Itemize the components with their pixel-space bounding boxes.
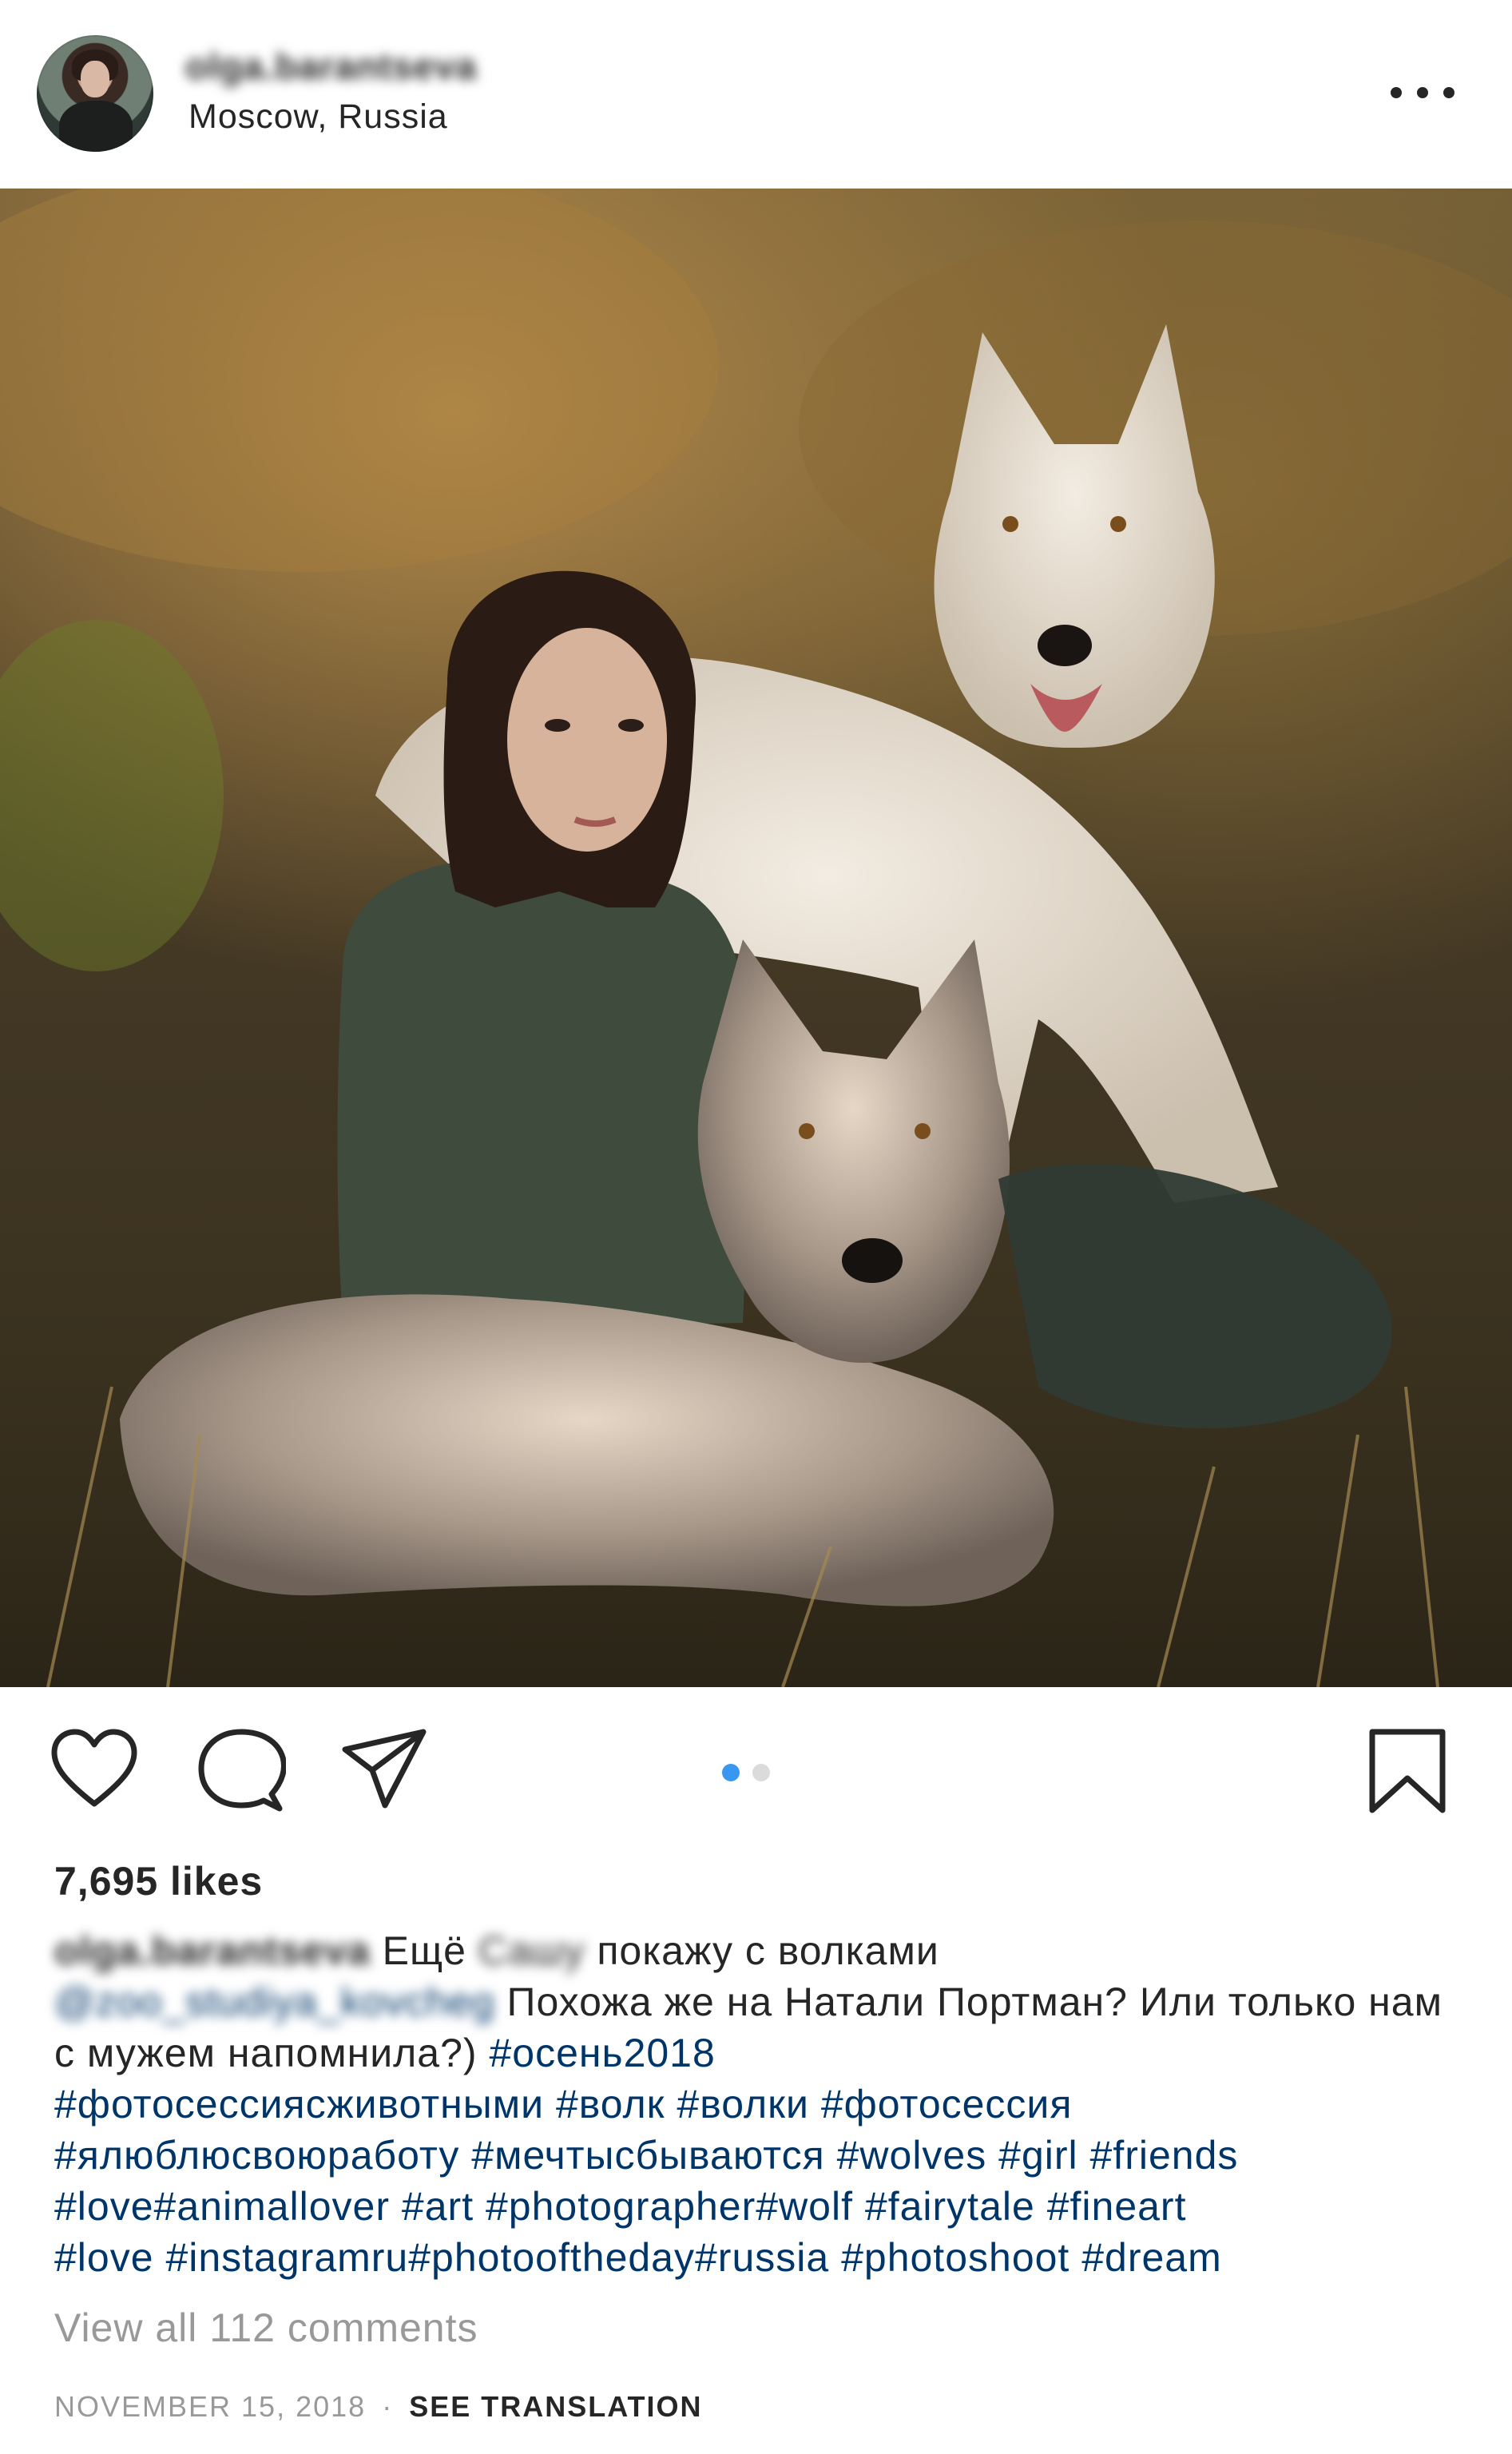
hashtag[interactable]: #фотосессиясживотными (54, 2082, 544, 2126)
hashtag[interactable]: #фотосессия (821, 2082, 1073, 2126)
hashtag[interactable]: #ялюблюсвоюработу (54, 2133, 459, 2178)
hashtag[interactable]: #fairytale (865, 2184, 1035, 2229)
more-dot (1391, 87, 1402, 98)
hashtag[interactable]: #photographer#wolf (486, 2184, 853, 2229)
hashtag[interactable]: #dream (1081, 2235, 1222, 2280)
hashtag[interactable]: #wolves (837, 2133, 987, 2178)
hashtag[interactable]: #love (54, 2235, 154, 2280)
comment-icon[interactable] (196, 1729, 286, 1812)
heart-icon[interactable] (50, 1729, 139, 1809)
carousel-dot[interactable] (752, 1764, 770, 1781)
girl-body (337, 860, 753, 1331)
post-caption: olga.barantseva Ещё Сашу покажу с волкам… (54, 1925, 1468, 2283)
caption-text: покажу с волками (597, 1928, 939, 1973)
caption-blurred-name: Сашу (478, 1928, 585, 1973)
likes-count[interactable]: 7,695 likes (54, 1858, 263, 1904)
caption-author[interactable]: olga.barantseva (54, 1928, 371, 1973)
girl-face (507, 628, 667, 852)
caption-text: Ещё (382, 1928, 466, 1973)
hashtag[interactable]: #instagramru#photooftheday#russia (165, 2235, 829, 2280)
carousel-indicator (722, 1764, 770, 1781)
more-dot (1443, 87, 1454, 98)
location-link[interactable]: Moscow, Russia (189, 97, 448, 137)
avatar-body-shape (59, 101, 133, 152)
hashtag[interactable]: #girl (998, 2133, 1077, 2178)
post-meta: NOVEMBER 15, 2018 · SEE TRANSLATION (54, 2390, 703, 2424)
post-date: NOVEMBER 15, 2018 (54, 2390, 367, 2423)
more-options-icon[interactable] (1391, 69, 1454, 117)
see-translation-button[interactable]: SEE TRANSLATION (409, 2390, 702, 2423)
hashtag[interactable]: #fineart (1047, 2184, 1187, 2229)
username[interactable]: olga.barantseva (185, 45, 477, 88)
avatar-face-shape (81, 61, 109, 97)
post-photo[interactable] (0, 189, 1512, 1687)
share-icon[interactable] (340, 1729, 428, 1809)
meta-separator: · (382, 2390, 394, 2423)
carousel-dot-active[interactable] (722, 1764, 740, 1781)
hashtag[interactable]: #волк (556, 2082, 665, 2126)
avatar[interactable] (37, 35, 153, 152)
bookmark-icon[interactable] (1367, 1727, 1447, 1815)
more-dot (1417, 87, 1428, 98)
view-all-comments-link[interactable]: View all 112 comments (54, 2305, 478, 2351)
photo-illustration (0, 189, 1512, 1687)
hashtag[interactable]: #мечтысбываются (471, 2133, 824, 2178)
hashtag[interactable]: #friends (1090, 2133, 1239, 2178)
hashtag[interactable]: #photoshoot (841, 2235, 1070, 2280)
hashtag[interactable]: #осень2018 (489, 2031, 715, 2075)
hashtag[interactable]: #love#animallover (54, 2184, 390, 2229)
hashtag[interactable]: #art (402, 2184, 474, 2229)
hashtag[interactable]: #волки (677, 2082, 809, 2126)
post-header: olga.barantseva Moscow, Russia (0, 0, 1512, 189)
caption-mention[interactable]: @zoo_studiya_kovcheg (54, 1979, 495, 2024)
